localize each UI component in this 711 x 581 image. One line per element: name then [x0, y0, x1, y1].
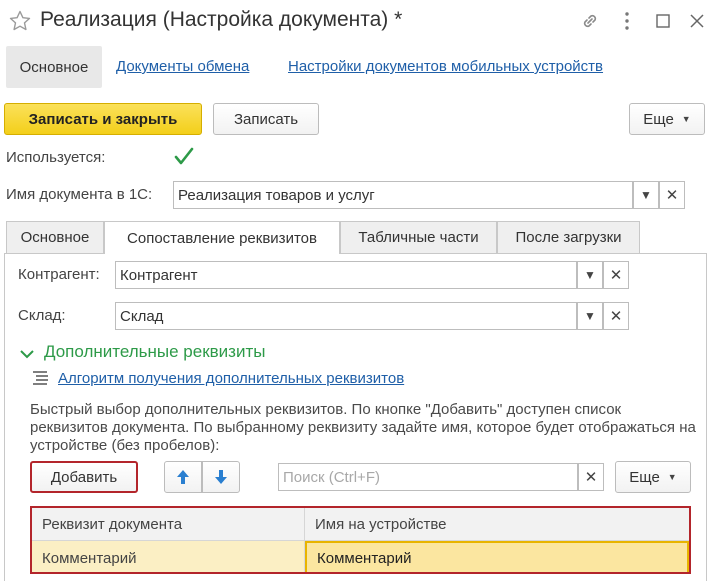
- maximize-icon[interactable]: [652, 10, 674, 32]
- attributes-table: Реквизит документа Имя на устройстве Ком…: [30, 506, 691, 574]
- warehouse-label: Склад:: [18, 307, 66, 324]
- chevron-down-icon: ▼: [640, 188, 652, 202]
- chevron-down-icon[interactable]: [18, 345, 36, 363]
- chevron-down-icon: ▼: [584, 268, 596, 282]
- save-and-close-button[interactable]: Записать и закрыть: [4, 103, 202, 135]
- search-placeholder: Поиск (Ctrl+F): [283, 469, 380, 486]
- counterparty-label: Контрагент:: [18, 266, 100, 283]
- doc-name-value: Реализация товаров и услуг: [178, 187, 375, 204]
- move-up-button[interactable]: [164, 461, 202, 493]
- counterparty-value: Контрагент: [120, 267, 198, 284]
- arrow-up-icon: [177, 470, 189, 484]
- doc-name-label: Имя документа в 1С:: [6, 186, 153, 203]
- link-icon[interactable]: [579, 10, 601, 32]
- warehouse-clear-button[interactable]: ✕: [603, 302, 629, 330]
- cell-device-name[interactable]: Комментарий: [305, 541, 689, 572]
- nav-link-exchange-docs[interactable]: Документы обмена: [116, 58, 249, 75]
- table-row[interactable]: Комментарий Комментарий: [32, 541, 689, 572]
- nav-link-mobile-doc-settings[interactable]: Настройки документов мобильных устройств: [288, 58, 603, 75]
- algorithm-link[interactable]: Алгоритм получения дополнительных реквиз…: [58, 370, 404, 387]
- tab-after-load[interactable]: После загрузки: [497, 221, 640, 253]
- search-input[interactable]: Поиск (Ctrl+F): [278, 463, 578, 491]
- move-down-button[interactable]: [202, 461, 240, 493]
- clear-icon: ✕: [609, 308, 623, 325]
- save-button[interactable]: Записать: [213, 103, 319, 135]
- clear-icon: ✕: [665, 187, 679, 204]
- used-checkbox[interactable]: [173, 146, 195, 168]
- more-button[interactable]: Еще ▼: [629, 103, 705, 135]
- list-algorithm-icon: [33, 371, 48, 385]
- tab-table-parts[interactable]: Табличные части: [340, 221, 497, 253]
- column-header-document-attribute[interactable]: Реквизит документа: [32, 508, 304, 540]
- used-label: Используется:: [6, 149, 106, 166]
- star-icon[interactable]: [8, 9, 32, 33]
- section-title[interactable]: Дополнительные реквизиты: [44, 342, 265, 362]
- cell-document-attribute[interactable]: Комментарий: [32, 541, 304, 572]
- arrow-down-icon: [215, 470, 227, 484]
- doc-name-dropdown-button[interactable]: ▼: [633, 181, 659, 209]
- clear-icon: ✕: [609, 267, 623, 284]
- close-icon[interactable]: [686, 10, 708, 32]
- doc-name-field[interactable]: Реализация товаров и услуг: [173, 181, 633, 209]
- doc-name-clear-button[interactable]: ✕: [659, 181, 685, 209]
- table-more-button[interactable]: Еще ▼: [615, 461, 691, 493]
- add-button[interactable]: Добавить: [30, 461, 138, 493]
- chevron-down-icon: ▼: [667, 472, 677, 482]
- chevron-down-icon: ▼: [584, 309, 596, 323]
- counterparty-clear-button[interactable]: ✕: [603, 261, 629, 289]
- counterparty-dropdown-button[interactable]: ▼: [577, 261, 603, 289]
- tab-main[interactable]: Основное: [6, 221, 104, 253]
- window-title: Реализация (Настройка документа) *: [40, 8, 403, 31]
- warehouse-field[interactable]: Склад: [115, 302, 577, 330]
- counterparty-field[interactable]: Контрагент: [115, 261, 577, 289]
- warehouse-value: Склад: [120, 308, 164, 325]
- more-button-label: Еще: [643, 110, 674, 128]
- warehouse-dropdown-button[interactable]: ▼: [577, 302, 603, 330]
- more-vertical-icon[interactable]: [616, 10, 638, 32]
- nav-tab-main[interactable]: Основное: [6, 46, 102, 88]
- search-clear-button[interactable]: ✕: [578, 463, 604, 491]
- clear-icon: ✕: [584, 469, 598, 486]
- info-text: Быстрый выбор дополнительных реквизитов.…: [30, 401, 696, 454]
- tab-attribute-mapping[interactable]: Сопоставление реквизитов: [104, 221, 340, 254]
- table-header: Реквизит документа Имя на устройстве: [32, 508, 689, 541]
- column-header-device-name[interactable]: Имя на устройстве: [305, 508, 689, 540]
- checkmark-icon: [174, 147, 194, 165]
- chevron-down-icon: ▼: [681, 114, 691, 124]
- table-more-label: Еще: [629, 468, 660, 486]
